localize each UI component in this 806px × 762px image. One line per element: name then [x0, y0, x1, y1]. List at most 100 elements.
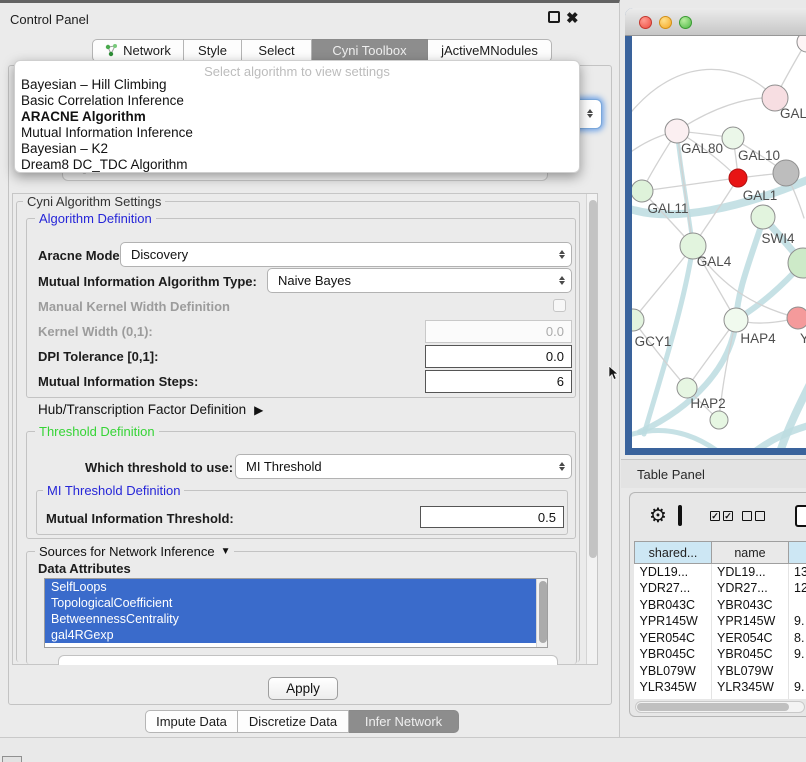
table-cell: 12	[789, 580, 806, 597]
control-panel-title: Control Panel	[10, 12, 89, 27]
network-node[interactable]	[724, 308, 748, 332]
table-hscrollbar[interactable]	[635, 701, 805, 713]
table-row[interactable]: YIL052CYIL052C9	[635, 696, 806, 700]
network-node[interactable]	[710, 411, 728, 429]
network-node[interactable]	[677, 378, 697, 398]
tab-jactivemnodules[interactable]: jActiveMNodules	[428, 39, 552, 62]
select-all-columns-icon[interactable]: ✓ ✓	[710, 511, 733, 521]
network-node[interactable]	[632, 180, 653, 202]
sources-title: Sources for Network Inference	[39, 544, 215, 559]
settings-scrollbar[interactable]	[586, 194, 597, 664]
column-header-clipped[interactable]	[789, 542, 806, 564]
algorithm-option[interactable]: Dream8 DC_TDC Algorithm	[21, 157, 188, 172]
tab-discretize-data-label: Discretize Data	[249, 714, 337, 729]
table-cell: YBL079W	[712, 663, 789, 680]
table-cell: YDL19...	[635, 564, 712, 581]
table-row[interactable]: YLR345WYLR345W9.	[635, 679, 806, 696]
tab-style[interactable]: Style	[184, 39, 242, 62]
network-node-label: GAL1	[743, 188, 778, 203]
table-row[interactable]: YPR145WYPR145W9.	[635, 613, 806, 630]
algorithm-option[interactable]: Basic Correlation Inference	[21, 93, 184, 108]
list-item[interactable]: TopologicalCoefficient	[45, 595, 547, 611]
float-window-icon[interactable]	[548, 11, 560, 23]
deselect-all-columns-icon[interactable]	[742, 511, 765, 521]
stepper-icon	[587, 109, 593, 118]
tab-style-label: Style	[198, 43, 227, 58]
list-item[interactable]: gal4RGexp	[45, 627, 547, 643]
aracne-mode-combobox[interactable]: Discovery	[120, 242, 572, 267]
dpi-tolerance-field[interactable]: 0.0	[425, 345, 572, 368]
kernel-width-value: 0.0	[546, 324, 564, 339]
mi-type-combobox[interactable]: Naive Bayes	[267, 268, 572, 293]
list-item[interactable]: SelfLoops	[45, 579, 547, 595]
close-icon[interactable]: ✖	[566, 9, 579, 27]
table-row[interactable]: YDR27...YDR27...12	[635, 580, 806, 597]
table-cell: YDR27...	[635, 580, 712, 597]
mi-steps-value: 6	[557, 374, 564, 389]
algorithm-option-selected[interactable]: ARACNE Algorithm	[21, 109, 146, 124]
split-panel-icon[interactable]	[678, 505, 682, 526]
table-panel-title: Table Panel	[637, 467, 705, 482]
close-traffic-light-icon[interactable]	[639, 16, 652, 29]
network-node[interactable]	[773, 160, 799, 186]
table-cell	[789, 597, 806, 614]
list-item[interactable]: BetweennessCentrality	[45, 611, 547, 627]
mi-threshold-field[interactable]: 0.5	[420, 506, 564, 528]
list-scrollbar[interactable]	[536, 579, 547, 647]
table-hscrollbar-thumb[interactable]	[637, 703, 789, 711]
tab-select[interactable]: Select	[242, 39, 312, 62]
table-cell: YDL19...	[712, 564, 789, 581]
network-node[interactable]	[751, 205, 775, 229]
column-header-shared-name[interactable]: shared...	[635, 542, 712, 564]
network-node[interactable]	[797, 36, 806, 52]
network-node[interactable]	[722, 127, 744, 149]
tab-jactivemnodules-label: jActiveMNodules	[441, 43, 538, 58]
algorithm-option[interactable]: Mutual Information Inference	[21, 125, 193, 140]
table-row[interactable]: YDL19...YDL19...13	[635, 564, 806, 581]
kernel-width-field[interactable]: 0.0	[425, 320, 572, 343]
apply-button[interactable]: Apply	[268, 677, 338, 700]
manual-kernel-label: Manual Kernel Width Definition	[38, 299, 230, 314]
hub-section-toggle[interactable]: Hub/Transcription Factor Definition ▶	[38, 402, 263, 417]
aracne-mode-value: Discovery	[131, 247, 559, 262]
bottom-left-chip[interactable]	[2, 756, 22, 762]
table-cell: 9.	[789, 679, 806, 696]
network-node[interactable]	[729, 169, 747, 187]
mi-type-value: Naive Bayes	[278, 273, 559, 288]
settings-scrollbar-thumb[interactable]	[589, 200, 597, 558]
gear-icon[interactable]: ⚙	[649, 503, 667, 528]
table-cell: YBL079W	[635, 663, 712, 680]
table-row[interactable]: YBR045CYBR045C9.	[635, 646, 806, 663]
network-window-titlebar[interactable]	[625, 8, 806, 36]
table-row[interactable]: YBR043CYBR043C	[635, 597, 806, 614]
mi-steps-field[interactable]: 6	[425, 370, 572, 393]
network-node[interactable]	[787, 307, 806, 329]
table-panel-window: ⚙ ✓ ✓ shared... name YDL19...YDL19...13Y…	[629, 492, 806, 717]
tab-cyni-toolbox[interactable]: Cyni Toolbox	[312, 39, 428, 62]
network-node[interactable]	[632, 309, 644, 331]
which-threshold-combobox[interactable]: MI Threshold	[235, 454, 572, 479]
tab-infer-network[interactable]: Infer Network	[349, 710, 459, 733]
network-canvas[interactable]: GALGAL80GAL10GAL1GAL11SWI4GAL4GCY1HAP4YH…	[632, 36, 806, 448]
algorithm-option[interactable]: Bayesian – K2	[21, 141, 108, 156]
aracne-mode-label: Aracne Mode:	[38, 248, 124, 263]
table-row[interactable]: YER054CYER054C8.	[635, 630, 806, 647]
list-scrollbar-thumb[interactable]	[539, 581, 547, 643]
algorithm-option[interactable]: Bayesian – Hill Climbing	[21, 77, 167, 92]
manual-kernel-checkbox[interactable]	[553, 299, 566, 312]
expand-arrow-icon[interactable]: ▼	[221, 546, 231, 557]
kernel-width-label: Kernel Width (0,1):	[38, 324, 153, 339]
tab-network[interactable]: Network	[92, 39, 184, 62]
network-node-label: GAL	[780, 106, 806, 121]
table-cell	[789, 663, 806, 680]
network-node-label: GAL11	[647, 201, 688, 216]
tab-impute-data[interactable]: Impute Data	[145, 710, 238, 733]
column-header-name[interactable]: name	[712, 542, 789, 564]
minimize-traffic-light-icon[interactable]	[659, 16, 672, 29]
table-row[interactable]: YBL079WYBL079W	[635, 663, 806, 680]
tab-discretize-data[interactable]: Discretize Data	[238, 710, 349, 733]
network-node[interactable]	[665, 119, 689, 143]
export-table-icon[interactable]	[795, 505, 806, 527]
table-panel-titlebar: Table Panel	[621, 459, 806, 488]
zoom-traffic-light-icon[interactable]	[679, 16, 692, 29]
